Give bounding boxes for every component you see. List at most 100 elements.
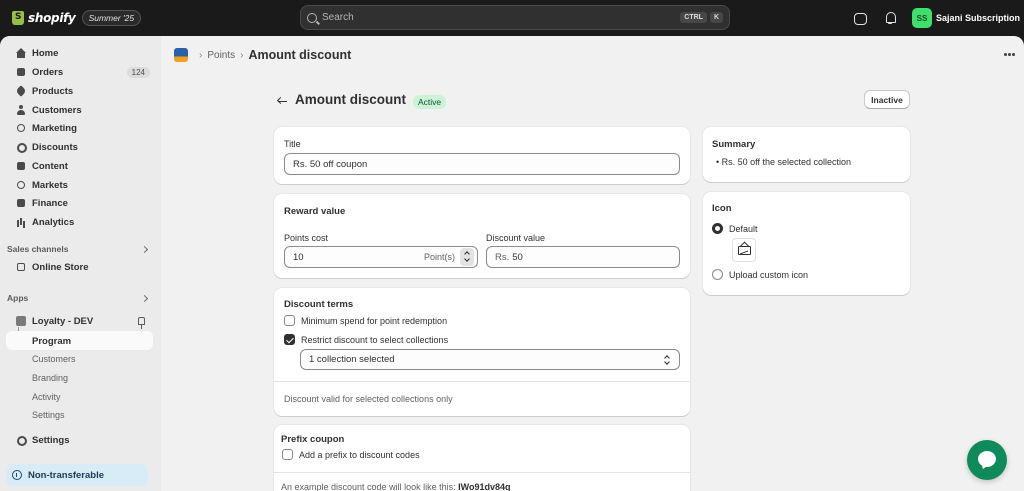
chat-button[interactable]: [967, 440, 1007, 480]
user-name: Sajani Subscription: [935, 13, 1020, 23]
upload-icon-radio[interactable]: [712, 269, 723, 280]
sidebar-item-label: Customers: [32, 104, 82, 116]
title-label: Title: [284, 139, 301, 149]
page-title: Amount discount: [295, 92, 406, 107]
restrict-collections-checkbox[interactable]: [284, 334, 295, 345]
min-spend-checkbox[interactable]: [284, 315, 295, 326]
example-code-label: An example discount code will look like …: [281, 482, 456, 491]
summary-title: Summary: [712, 139, 756, 150]
discount-icon: [16, 142, 27, 153]
chat-bubble-icon: [978, 451, 996, 467]
more-horizontal-icon[interactable]: [1004, 53, 1016, 56]
sidebar-item-customers[interactable]: Customers: [6, 101, 154, 119]
sales-channels-label: Sales channels: [7, 244, 69, 254]
prefix-coupon-title: Prefix coupon: [281, 434, 345, 445]
select-chevron-icon: [663, 355, 671, 365]
summary-bullet: • Rs. 50 off the selected collection: [716, 157, 852, 167]
default-icon-radio[interactable]: [712, 223, 723, 234]
sidebar-item-label: Finance: [32, 197, 68, 209]
sidebar-item-label: Settings: [32, 434, 70, 446]
sidebar-item-label: Home: [32, 47, 59, 59]
divider: [274, 381, 690, 382]
apps-label: Apps: [7, 293, 29, 303]
inbox-icon: [16, 67, 26, 77]
breadcrumb-points-link[interactable]: Points: [207, 50, 235, 61]
sidebar-subitem-settings[interactable]: Settings: [32, 410, 65, 420]
sidebar-item-markets[interactable]: Markets: [6, 176, 154, 194]
bell-icon[interactable]: [882, 10, 898, 26]
title-input[interactable]: Rs. 50 off coupon: [284, 153, 680, 175]
sidebar-item-label: Discounts: [32, 141, 78, 153]
sidebar-item-label: Orders: [32, 66, 64, 78]
divider: [274, 472, 690, 473]
upload-icon-label: Upload custom icon: [729, 270, 809, 280]
user-menu[interactable]: SS Sajani Subscription: [911, 8, 1020, 28]
sidebar-item-loyalty-app[interactable]: Loyalty - DEV: [6, 312, 154, 330]
summary-bullet-text: Rs. 50 off the selected collection: [721, 157, 852, 167]
collection-select[interactable]: 1 collection selected: [300, 349, 680, 370]
sidebar: Home Orders 124 Products Customers Market…: [0, 36, 161, 491]
shopify-bag-icon: [12, 11, 24, 25]
back-arrow-icon[interactable]: [277, 98, 287, 104]
logo-text: shopify: [28, 11, 76, 25]
reward-value-title: Reward value: [284, 206, 346, 217]
target-icon: [16, 123, 26, 133]
discount-terms-note: Discount valid for selected collections …: [284, 394, 453, 404]
discount-value-input[interactable]: Rs. 50: [486, 246, 680, 268]
points-cost-value: 10: [293, 251, 304, 263]
admin-frame: Home Orders 124 Products Customers Market…: [0, 36, 1024, 491]
person-icon: [16, 105, 26, 115]
points-cost-label: Points cost: [284, 233, 329, 243]
sidebar-item-settings[interactable]: Settings: [6, 431, 154, 449]
restrict-collections-label: Restrict discount to select collections: [301, 335, 449, 345]
points-stepper[interactable]: [460, 248, 474, 266]
inactive-button[interactable]: Inactive: [864, 90, 910, 109]
app-logo-icon[interactable]: [174, 48, 188, 62]
sidebar-subitem-customers[interactable]: Customers: [32, 354, 76, 364]
envelope-icon: [738, 246, 751, 255]
chevron-right-icon[interactable]: [140, 245, 149, 254]
shortcut-ctrl: CTRL: [680, 12, 707, 23]
non-transferable-label: Non-transferable: [28, 469, 105, 481]
sidebar-item-finance[interactable]: Finance: [6, 194, 154, 212]
sidebar-item-label: Markets: [32, 179, 68, 191]
sidebar-item-label: Products: [32, 85, 74, 97]
chevron-right-icon: ›: [240, 49, 244, 61]
store-icon: [16, 262, 26, 272]
sidebar-item-label: Content: [32, 160, 68, 172]
home-icon: [16, 48, 26, 58]
sidebar-item-content[interactable]: Content: [6, 157, 154, 175]
sidebar-item-discounts[interactable]: Discounts: [6, 138, 154, 156]
breadcrumb-current: Amount discount: [248, 48, 352, 62]
sidebar-subitem-program[interactable]: [6, 331, 153, 350]
discount-value: 50: [512, 251, 523, 263]
pin-icon[interactable]: [138, 317, 145, 329]
sidebar-item-products[interactable]: Products: [6, 82, 154, 100]
search-icon: [307, 12, 317, 23]
search-input[interactable]: Search: [322, 12, 677, 23]
shopify-logo[interactable]: shopify: [12, 11, 76, 25]
min-spend-label: Minimum spend for point redemption: [301, 316, 448, 326]
sidebar-item-label: Marketing: [32, 122, 77, 134]
sidebar-item-home[interactable]: Home: [6, 44, 154, 62]
sidebar-subitem-activity[interactable]: Activity: [32, 392, 61, 402]
search-bar[interactable]: Search CTRL K: [300, 5, 730, 30]
chevron-right-icon[interactable]: [140, 294, 149, 303]
bar-chart-icon: [16, 217, 26, 227]
orders-count-badge: 124: [126, 66, 150, 78]
sidebar-item-orders[interactable]: Orders 124: [6, 63, 154, 81]
sidekick-icon[interactable]: [852, 10, 868, 26]
edition-badge[interactable]: Summer '25: [81, 10, 142, 26]
sidebar-item-online-store[interactable]: Online Store: [6, 258, 154, 276]
sidebar-item-marketing[interactable]: Marketing: [6, 119, 154, 137]
collection-select-value: 1 collection selected: [309, 354, 395, 365]
non-transferable-banner[interactable]: Non-transferable: [6, 464, 148, 486]
shortcut-k: K: [709, 12, 723, 23]
sidebar-item-analytics[interactable]: Analytics: [6, 213, 154, 231]
gear-icon: [16, 435, 27, 446]
globe-icon: [16, 180, 26, 190]
points-cost-input[interactable]: 10 Point(s): [284, 246, 478, 268]
sidebar-subitem-branding[interactable]: Branding: [32, 373, 68, 383]
add-prefix-checkbox[interactable]: [282, 449, 293, 460]
content-icon: [16, 161, 26, 171]
